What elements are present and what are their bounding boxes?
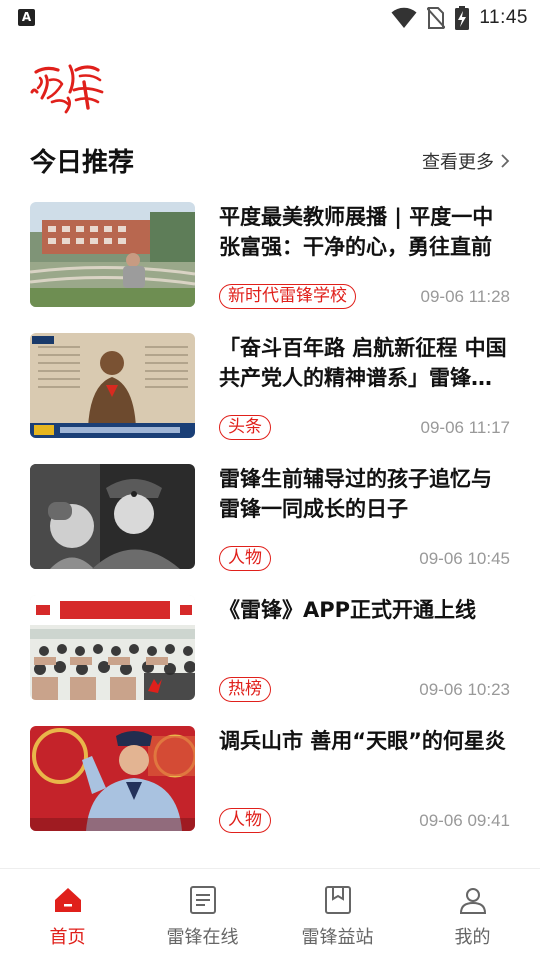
news-title[interactable]: 《雷锋》APP正式开通上线: [219, 595, 510, 625]
news-thumbnail[interactable]: [30, 595, 195, 700]
view-more-label: 查看更多: [422, 152, 494, 173]
news-tag: 头条: [219, 415, 271, 440]
status-icons: 11:45: [391, 6, 528, 30]
news-thumbnail[interactable]: [30, 726, 195, 831]
document-icon: [189, 886, 216, 914]
nav-label: 首页: [49, 927, 86, 948]
nav-label: 雷锋益站: [301, 927, 374, 948]
news-time: 09-06 10:45: [419, 549, 510, 568]
news-time: 09-06 10:23: [419, 680, 510, 699]
news-item[interactable]: 平度最美教师展播 | 平度一中张富强：干净的心，勇往直前 新时代雷锋学校 09-…: [30, 202, 510, 309]
section-header: 今日推荐 查看更多: [30, 140, 510, 180]
nav-label: 我的: [454, 927, 491, 948]
nav-label: 雷锋在线: [166, 927, 239, 948]
news-tag: 热榜: [219, 677, 271, 702]
app-notification-icon: A: [18, 9, 35, 26]
news-thumbnail[interactable]: [30, 202, 195, 307]
nav-lei-feng-online[interactable]: 雷锋在线: [135, 869, 270, 960]
battery-charging-icon: [455, 6, 470, 30]
news-thumbnail[interactable]: [30, 464, 195, 569]
news-time: 09-06 11:17: [420, 418, 510, 437]
news-tag: 人物: [219, 546, 271, 571]
news-tag: 新时代雷锋学校: [219, 284, 356, 309]
news-item[interactable]: 《雷锋》APP正式开通上线 热榜 09-06 10:23: [30, 595, 510, 702]
news-thumbnail[interactable]: [30, 333, 195, 438]
lei-feng-logo[interactable]: [28, 58, 108, 114]
person-icon: [459, 888, 486, 914]
news-time: 09-06 09:41: [419, 811, 510, 830]
news-title[interactable]: 雷锋生前辅导过的孩子追忆与雷锋一同成长的日子: [219, 464, 510, 524]
news-tag: 人物: [219, 808, 271, 833]
news-title[interactable]: 调兵山市 善用“天眼”的何星炎: [219, 726, 510, 756]
news-title[interactable]: 平度最美教师展播 | 平度一中张富强：干净的心，勇往直前: [219, 202, 510, 262]
nav-profile[interactable]: 我的: [405, 869, 540, 960]
nav-home[interactable]: 首页: [0, 869, 135, 960]
news-title[interactable]: 「奋斗百年路 启航新征程 中国共产党人的精神谱系」雷锋精神: [219, 333, 510, 393]
news-item[interactable]: 雷锋生前辅导过的孩子追忆与雷锋一同成长的日子 人物 09-06 10:45: [30, 464, 510, 571]
nav-lei-feng-station[interactable]: 雷锋益站: [270, 869, 405, 960]
news-time: 09-06 11:28: [420, 287, 510, 306]
home-icon: [54, 888, 81, 912]
bookmark-book-icon: [324, 886, 351, 914]
wifi-icon: [391, 7, 417, 29]
section-title: 今日推荐: [30, 148, 135, 178]
news-item[interactable]: 「奋斗百年路 启航新征程 中国共产党人的精神谱系」雷锋精神 头条 09-06 1…: [30, 333, 510, 440]
bottom-navigation: 首页 雷锋在线 雷锋益站 我的: [0, 868, 540, 960]
chevron-right-icon: [501, 154, 510, 168]
no-sim-icon: [427, 7, 446, 29]
news-list: 平度最美教师展播 | 平度一中张富强：干净的心，勇往直前 新时代雷锋学校 09-…: [30, 202, 510, 857]
view-more-link[interactable]: 查看更多: [422, 148, 510, 174]
status-bar: A 11:45: [0, 0, 540, 36]
clock: 11:45: [479, 7, 528, 28]
news-item[interactable]: 调兵山市 善用“天眼”的何星炎 人物 09-06 09:41: [30, 726, 510, 833]
